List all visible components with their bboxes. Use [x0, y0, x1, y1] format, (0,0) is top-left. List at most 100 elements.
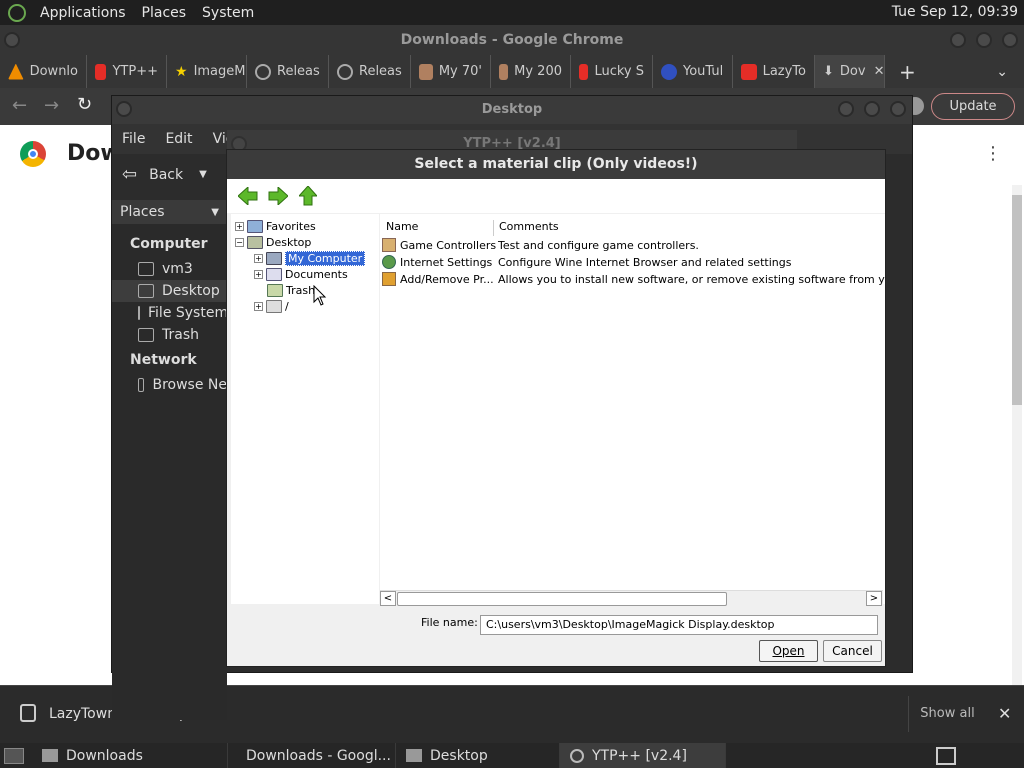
expander-plus-icon[interactable]: +: [254, 253, 263, 263]
file-icon: [20, 704, 36, 722]
system-menu[interactable]: System: [194, 5, 262, 21]
sidebar-item-browse-network[interactable]: Browse Ne: [112, 374, 227, 396]
sidebar-item-filesystem[interactable]: File System: [112, 302, 228, 324]
sidebar: Places ▼ Computer vm3 Desktop File System…: [112, 200, 228, 720]
show-all-button[interactable]: Show all: [908, 696, 986, 732]
chrome-window-title: Downloads - Google Chrome: [400, 32, 624, 48]
nav-forward-icon[interactable]: [267, 185, 289, 207]
maximize-icon[interactable]: [976, 32, 992, 48]
file-name-label: File name:: [421, 616, 478, 629]
tree-node-trash[interactable]: Trash: [267, 282, 315, 298]
nav-back-icon[interactable]: [237, 185, 259, 207]
scroll-thumb[interactable]: [397, 592, 727, 606]
minimize-icon[interactable]: [838, 101, 854, 117]
expander-plus-icon[interactable]: +: [235, 221, 244, 231]
scroll-left-icon[interactable]: <: [380, 591, 396, 606]
taskbar-item-active[interactable]: YTP++ [v2.4]: [560, 743, 726, 768]
tab-active[interactable]: ⬇ Dov ✕: [815, 55, 885, 88]
forward-icon[interactable]: →: [44, 95, 59, 116]
back-button[interactable]: ⇦ Back ▼: [122, 164, 207, 185]
tree-node-desktop[interactable]: − Desktop: [235, 234, 311, 250]
dialog-title: Select a material clip (Only videos!): [414, 156, 698, 172]
system-logo-icon[interactable]: [8, 3, 26, 22]
tab[interactable]: My 70': [411, 55, 491, 88]
page-scrollbar[interactable]: [1012, 185, 1022, 685]
edit-menu[interactable]: Edit: [155, 131, 202, 147]
update-button[interactable]: Update: [931, 93, 1015, 120]
tab[interactable]: YTP++: [87, 55, 167, 88]
tree-node-my-computer[interactable]: + My Computer: [254, 250, 366, 266]
chrome-window-menu-icon[interactable]: [4, 32, 20, 48]
tab-close-icon[interactable]: ✕: [874, 64, 884, 79]
window-menu-icon[interactable]: [116, 101, 132, 117]
sidebar-item-desktop[interactable]: Desktop: [112, 280, 227, 302]
trash-icon: [138, 328, 154, 342]
expander-plus-icon[interactable]: +: [254, 301, 263, 311]
sidebar-header-network: Network: [130, 352, 197, 368]
close-icon[interactable]: [1002, 32, 1018, 48]
expander-plus-icon[interactable]: +: [254, 269, 263, 279]
tree-node-documents[interactable]: + Documents: [254, 266, 348, 282]
tab[interactable]: My 200: [491, 55, 571, 88]
tab[interactable]: ★ ImageM: [167, 55, 247, 88]
close-icon[interactable]: ✕: [998, 704, 1011, 723]
github-icon: [255, 63, 271, 80]
reload-icon[interactable]: ↻: [77, 94, 92, 115]
computer-icon: [266, 251, 282, 265]
package-icon: [382, 272, 396, 286]
file-list: Name Comments Game Controllers Test and c…: [380, 214, 885, 604]
horizontal-scrollbar[interactable]: < >: [380, 590, 883, 606]
tab-search-icon[interactable]: ⌄: [996, 64, 1008, 80]
tab[interactable]: YouTul: [653, 55, 733, 88]
maximize-icon[interactable]: [864, 101, 880, 117]
column-header-comments[interactable]: Comments: [494, 220, 884, 236]
drive-icon: [138, 306, 140, 320]
trash-icon: [267, 283, 283, 297]
vlc-icon: [8, 63, 24, 80]
places-selector[interactable]: Places ▼: [112, 200, 227, 224]
file-name-input[interactable]: C:\users\vm3\Desktop\ImageMagick Display…: [480, 615, 878, 635]
nav-up-icon[interactable]: [297, 185, 319, 207]
network-icon: [138, 378, 145, 392]
taskbar-item[interactable]: Desktop: [396, 743, 560, 768]
places-menu[interactable]: Places: [134, 5, 195, 21]
new-tab-icon[interactable]: +: [899, 60, 916, 84]
expander-minus-icon[interactable]: −: [235, 237, 244, 247]
cancel-button[interactable]: Cancel: [823, 640, 882, 662]
sidebar-item-trash[interactable]: Trash: [112, 324, 227, 346]
show-desktop-icon[interactable]: [4, 747, 24, 764]
tab[interactable]: Lucky S: [571, 55, 653, 88]
scroll-right-icon[interactable]: >: [866, 591, 882, 606]
minimize-icon[interactable]: [950, 32, 966, 48]
list-item[interactable]: Internet Settings Configure Wine Internet…: [382, 254, 791, 270]
tab[interactable]: Downlo: [0, 55, 87, 88]
file-menu[interactable]: File: [112, 131, 155, 147]
top-panel: Applications Places System Tue Sep 12, 0…: [0, 0, 1024, 25]
tab[interactable]: Releas: [247, 55, 329, 88]
tab[interactable]: LazyTo: [733, 55, 815, 88]
clock[interactable]: Tue Sep 12, 09:39: [892, 4, 1018, 20]
open-button[interactable]: Open: [759, 640, 818, 662]
documents-icon: [266, 267, 282, 281]
back-icon[interactable]: ←: [12, 95, 27, 116]
close-icon[interactable]: [890, 101, 906, 117]
tree-node-favorites[interactable]: + Favorites: [235, 218, 316, 234]
file-manager-title: Desktop: [481, 102, 543, 117]
taskbar-item[interactable]: Downloads - Googl...: [228, 743, 396, 768]
folder-icon: [42, 749, 58, 762]
applications-menu[interactable]: Applications: [32, 5, 134, 21]
page-menu-icon[interactable]: ⋮: [984, 143, 1002, 164]
list-item[interactable]: Game Controllers Test and configure game …: [382, 237, 699, 253]
back-arrow-icon: ⇦: [122, 164, 138, 185]
youtube-icon: [579, 63, 589, 80]
list-item[interactable]: Add/Remove Pr... Allows you to install ne…: [382, 271, 885, 287]
workspace-switcher[interactable]: [936, 746, 956, 765]
folder-icon: [247, 219, 263, 233]
chrome-logo-center: [28, 149, 38, 159]
sidebar-item-vm3[interactable]: vm3: [112, 258, 227, 280]
face-icon: [419, 63, 433, 80]
tree-node-root[interactable]: + /: [254, 298, 289, 314]
column-header-name[interactable]: Name: [380, 220, 494, 236]
taskbar-item[interactable]: Downloads: [32, 743, 228, 768]
tab[interactable]: Releas: [329, 55, 411, 88]
